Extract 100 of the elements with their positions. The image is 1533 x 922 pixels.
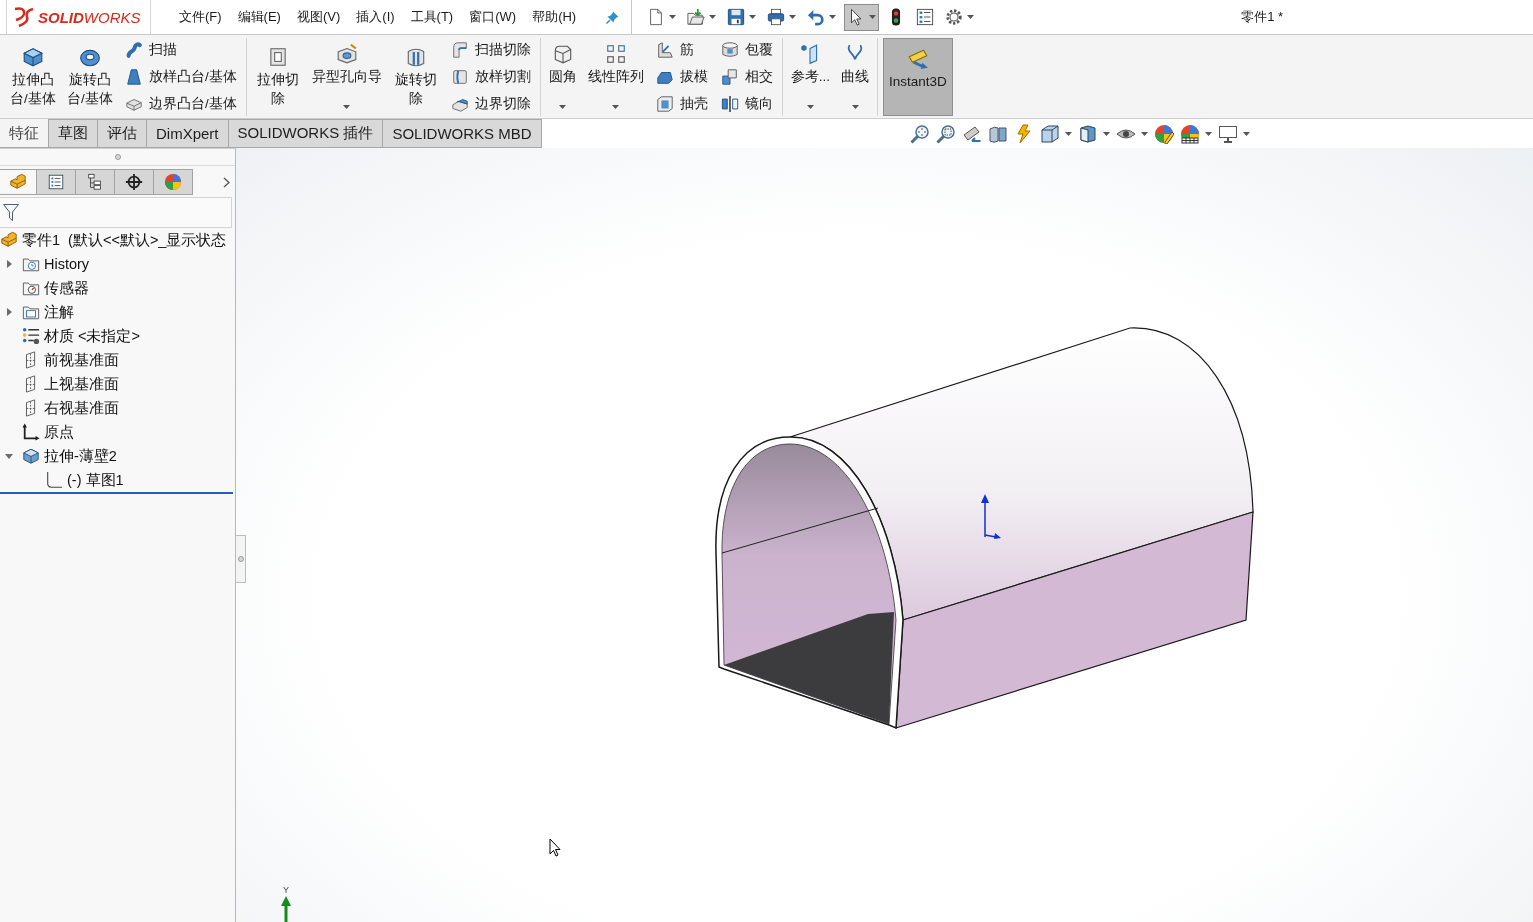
tab[interactable]: 评估 xyxy=(98,119,147,148)
ribbon-button[interactable]: 边界凸台/基体 xyxy=(121,92,241,116)
tab[interactable]: DimXpert xyxy=(147,119,229,148)
zoom-area-button[interactable] xyxy=(936,122,956,145)
ribbon-button[interactable]: 筋 xyxy=(651,38,712,62)
ribbon-button[interactable]: 包覆 xyxy=(716,38,777,62)
menu-item[interactable]: 编辑(E) xyxy=(237,6,281,28)
ribbon-button[interactable]: 参考... xyxy=(787,38,834,116)
hollow-box-icon xyxy=(655,95,674,113)
dynamic-annotation-button[interactable] xyxy=(1014,122,1034,145)
menu-item[interactable]: 帮助(H) xyxy=(532,6,577,28)
cube-icon xyxy=(1040,123,1060,144)
menu-item[interactable]: 插入(I) xyxy=(356,6,395,28)
display-style-button[interactable] xyxy=(1078,122,1110,145)
ribbon-button[interactable]: 拉伸切除 xyxy=(251,38,304,116)
ribbon-button[interactable]: 放样切割 xyxy=(446,65,535,89)
caret-icon xyxy=(559,105,567,109)
tree-item[interactable]: 右视基准面 xyxy=(0,396,119,420)
menu-item[interactable]: 视图(V) xyxy=(296,6,341,28)
printer-icon xyxy=(767,8,786,26)
tree-item[interactable]: 材质 <未指定> xyxy=(0,324,140,348)
panel-tab[interactable] xyxy=(114,169,154,195)
folder-icon xyxy=(22,303,40,321)
tree-item[interactable]: 注解 xyxy=(0,300,74,324)
ribbon-button[interactable]: 拉伸凸台/基体 xyxy=(7,38,59,116)
caret-icon xyxy=(1103,131,1110,136)
ribbon-button[interactable]: 圆角 xyxy=(545,38,580,116)
list-icon xyxy=(47,173,65,191)
axis-arrow-icon xyxy=(280,896,292,922)
caret-icon xyxy=(1141,131,1148,136)
panel-tab[interactable] xyxy=(75,169,115,195)
select-button[interactable] xyxy=(844,3,880,31)
tree-item[interactable]: 原点 xyxy=(0,420,74,444)
ribbon-button[interactable]: 异型孔向导 xyxy=(308,38,385,116)
caret-right-icon[interactable] xyxy=(6,308,12,316)
ribbon-button[interactable]: 镜向 xyxy=(716,92,777,116)
toggle-button[interactable]: Instant3D xyxy=(883,38,953,116)
rib-icon xyxy=(655,41,674,59)
ribbon-button[interactable]: 抽壳 xyxy=(651,92,712,116)
filter-field[interactable] xyxy=(0,197,232,228)
tree-item[interactable]: 传感器 xyxy=(0,276,89,300)
ribbon-button[interactable]: 拔模 xyxy=(651,65,712,89)
color-ball-icon xyxy=(164,173,182,191)
axis-label: Y xyxy=(283,886,289,895)
caret-icon xyxy=(749,15,757,19)
tab[interactable]: 特征 xyxy=(0,119,49,148)
settings-icon xyxy=(945,8,964,26)
open-folder-icon xyxy=(687,8,706,26)
lightning-icon xyxy=(1014,123,1034,144)
menu-item[interactable]: 窗口(W) xyxy=(469,6,517,28)
apply-scene-button[interactable] xyxy=(1180,122,1212,145)
document-title: 零件1 * xyxy=(1241,8,1284,26)
tree-item[interactable]: 拉伸-薄壁2 xyxy=(0,444,117,468)
ribbon-button[interactable]: 扫描切除 xyxy=(446,38,535,62)
caret-icon xyxy=(869,15,877,19)
tree-item[interactable]: 前视基准面 xyxy=(0,348,119,372)
view-orientation-button[interactable] xyxy=(1040,122,1072,145)
axes-icon xyxy=(22,423,40,441)
caret-down-icon[interactable] xyxy=(5,453,13,459)
tree-diagram-icon xyxy=(86,173,104,191)
sketch-icon xyxy=(45,471,63,489)
grip-dot-icon[interactable] xyxy=(114,154,121,160)
tab[interactable]: 草图 xyxy=(49,119,98,148)
ribbon-button[interactable]: 扫描 xyxy=(121,38,241,62)
list-icon xyxy=(916,8,935,26)
material-icon xyxy=(22,327,40,345)
ribbon-button[interactable]: 相交 xyxy=(716,65,777,89)
shaded-cube-icon xyxy=(1078,123,1098,144)
split-block-icon xyxy=(450,68,469,86)
zoom-to-fit-button[interactable] xyxy=(910,122,930,145)
panel-handle[interactable] xyxy=(236,535,246,583)
caret-icon xyxy=(1205,131,1212,136)
edit-appearance-button[interactable] xyxy=(1154,122,1174,145)
ribbon-button[interactable]: 旋转切除 xyxy=(389,38,442,116)
tab[interactable]: SOLIDWORKS 插件 xyxy=(228,119,384,148)
tree-item[interactable]: (-) 草图1 xyxy=(23,468,124,492)
caret-right-icon[interactable] xyxy=(6,260,12,268)
part-icon xyxy=(9,173,27,191)
ribbon-button[interactable]: 放样凸台/基体 xyxy=(121,65,241,89)
menu-item[interactable]: 文件(F) xyxy=(179,6,222,28)
tree-item[interactable]: History xyxy=(0,252,90,276)
pin-button[interactable] xyxy=(606,10,620,24)
tree-item[interactable]: 零件1 (默认<<默认>_显示状态 xyxy=(0,228,227,252)
ruler-arrow-icon xyxy=(906,48,929,70)
overlapping-cubes-icon xyxy=(720,68,739,86)
pin-icon xyxy=(606,10,620,24)
funnel-icon xyxy=(3,204,19,221)
ribbon-button[interactable]: 曲线 xyxy=(838,38,873,116)
menu-item[interactable]: 工具(T) xyxy=(410,6,454,28)
grid-icon xyxy=(604,43,627,65)
tree-item[interactable]: 上视基准面 xyxy=(0,372,119,396)
logo-text: SOLIDWORKS xyxy=(38,8,141,26)
ribbon-button[interactable]: 边界切除 xyxy=(446,92,535,116)
caret-icon xyxy=(967,15,975,19)
tab[interactable]: SOLIDWORKS MBD xyxy=(383,119,542,148)
ribbon-button[interactable]: 旋转凸台/基体 xyxy=(64,38,116,116)
drum-icon xyxy=(720,41,739,59)
magnifier-icon xyxy=(910,123,930,144)
ribbon-button[interactable]: 线性阵列 xyxy=(584,38,647,116)
s-curve-icon xyxy=(125,41,143,59)
